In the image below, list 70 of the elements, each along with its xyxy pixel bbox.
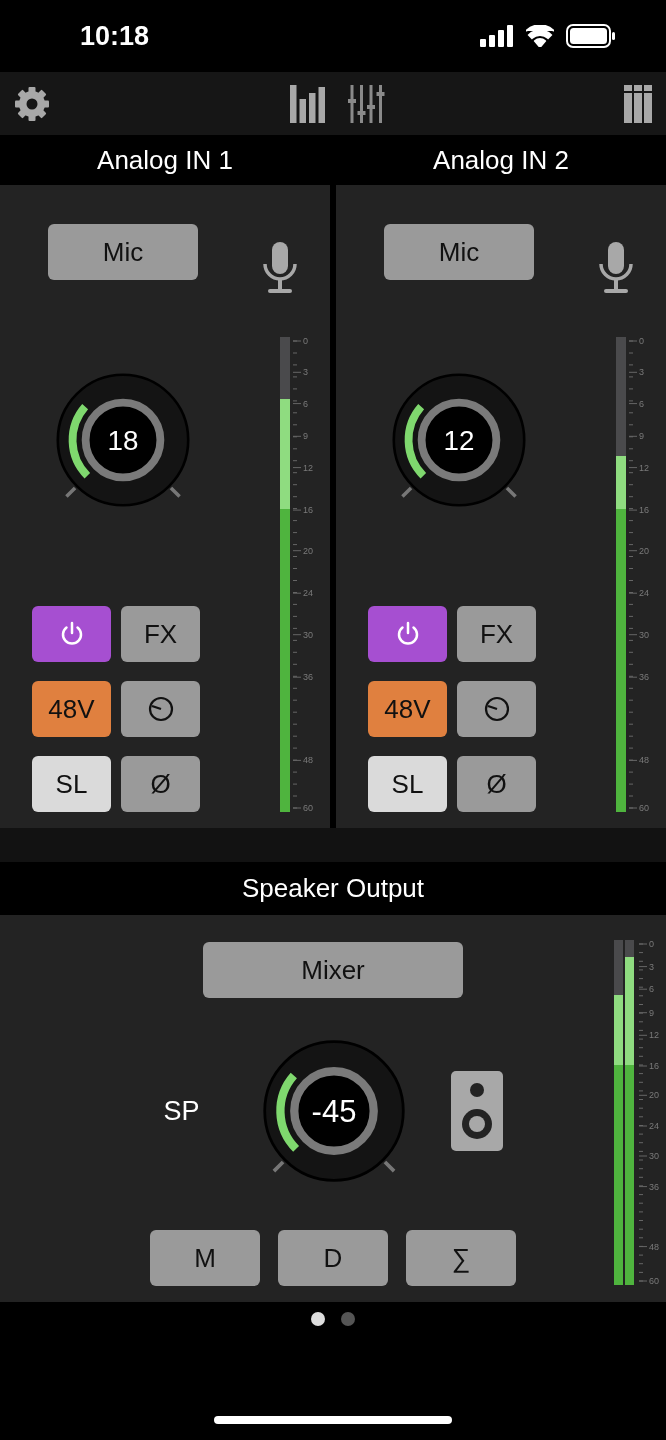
knob-value: -45 bbox=[311, 1094, 356, 1130]
scale-label: 30 bbox=[303, 629, 313, 640]
scale-label: 0 bbox=[649, 940, 655, 949]
scale-label: 20 bbox=[639, 545, 649, 556]
scale-label: 36 bbox=[303, 672, 313, 683]
scale-label: 3 bbox=[303, 367, 308, 378]
scale-label: 12 bbox=[639, 462, 649, 473]
scale-label: 9 bbox=[303, 431, 308, 442]
scale-label: 36 bbox=[649, 1181, 660, 1192]
input-type-button[interactable]: Mic bbox=[48, 224, 198, 280]
scale-label: 12 bbox=[649, 1030, 660, 1041]
scale-label: 36 bbox=[639, 672, 649, 683]
output-label: SP bbox=[163, 1095, 201, 1127]
scale-label: 3 bbox=[649, 961, 655, 972]
meter-bars-icon[interactable] bbox=[290, 84, 326, 123]
speaker-icon bbox=[450, 1071, 503, 1151]
scale-label: 24 bbox=[649, 1121, 660, 1131]
toggle-button[interactable]: SL bbox=[32, 756, 111, 812]
toggle-button[interactable]: ∑ bbox=[406, 1230, 516, 1286]
knob-value: 18 bbox=[107, 425, 139, 457]
clock-button[interactable] bbox=[121, 681, 200, 737]
scale-label: 30 bbox=[639, 629, 649, 640]
scale-label: 0 bbox=[303, 337, 308, 346]
scale-label: 20 bbox=[303, 545, 313, 556]
scale-label: 60 bbox=[639, 803, 649, 812]
channels-icon[interactable] bbox=[624, 84, 652, 123]
toggle-button[interactable]: Ø bbox=[457, 756, 536, 812]
knob-value: 12 bbox=[443, 425, 475, 457]
toggle-button[interactable]: FX bbox=[457, 606, 536, 662]
toggle-button[interactable]: FX bbox=[121, 606, 200, 662]
power-button[interactable] bbox=[368, 606, 447, 662]
scale-label: 16 bbox=[303, 505, 313, 516]
page-dot[interactable] bbox=[341, 1312, 355, 1326]
input-type-button[interactable]: Mic bbox=[384, 224, 534, 280]
mixer-faders-icon[interactable] bbox=[348, 84, 386, 123]
toggle-button[interactable]: 48V bbox=[32, 681, 111, 737]
toggle-button[interactable]: D bbox=[278, 1230, 388, 1286]
scale-label: 3 bbox=[639, 367, 644, 378]
source-button[interactable]: Mixer bbox=[203, 942, 463, 998]
scale-label: 6 bbox=[649, 984, 655, 995]
scale-label: 48 bbox=[649, 1241, 660, 1252]
channel-title: Analog IN 2 bbox=[432, 143, 570, 177]
scale-label: 60 bbox=[303, 803, 313, 812]
scale-label: 6 bbox=[639, 398, 644, 409]
scale-label: 6 bbox=[303, 398, 308, 409]
scale-label: 20 bbox=[649, 1090, 660, 1101]
scale-label: 9 bbox=[639, 431, 644, 442]
clock-time: 10:18 bbox=[80, 20, 150, 52]
scale-label: 16 bbox=[639, 505, 649, 516]
toggle-button[interactable]: 48V bbox=[368, 681, 447, 737]
battery-icon bbox=[566, 24, 616, 48]
scale-label: 9 bbox=[649, 1007, 655, 1018]
toggle-button[interactable]: Ø bbox=[121, 756, 200, 812]
toggle-button[interactable]: SL bbox=[368, 756, 447, 812]
toggle-button[interactable]: M bbox=[150, 1230, 260, 1286]
scale-label: 12 bbox=[303, 462, 313, 473]
scale-label: 0 bbox=[639, 337, 644, 346]
channel-title: Analog IN 1 bbox=[96, 143, 234, 177]
clock-button[interactable] bbox=[457, 681, 536, 737]
power-button[interactable] bbox=[32, 606, 111, 662]
page-dot[interactable] bbox=[311, 1312, 325, 1326]
wifi-icon bbox=[526, 25, 554, 47]
scale-label: 30 bbox=[649, 1150, 660, 1161]
scale-label: 60 bbox=[649, 1276, 660, 1285]
signal-icon bbox=[480, 25, 514, 47]
scale-label: 24 bbox=[639, 588, 649, 599]
scale-label: 48 bbox=[639, 755, 649, 766]
scale-label: 16 bbox=[649, 1061, 660, 1071]
scale-label: 48 bbox=[303, 755, 313, 766]
scale-label: 24 bbox=[303, 588, 313, 599]
